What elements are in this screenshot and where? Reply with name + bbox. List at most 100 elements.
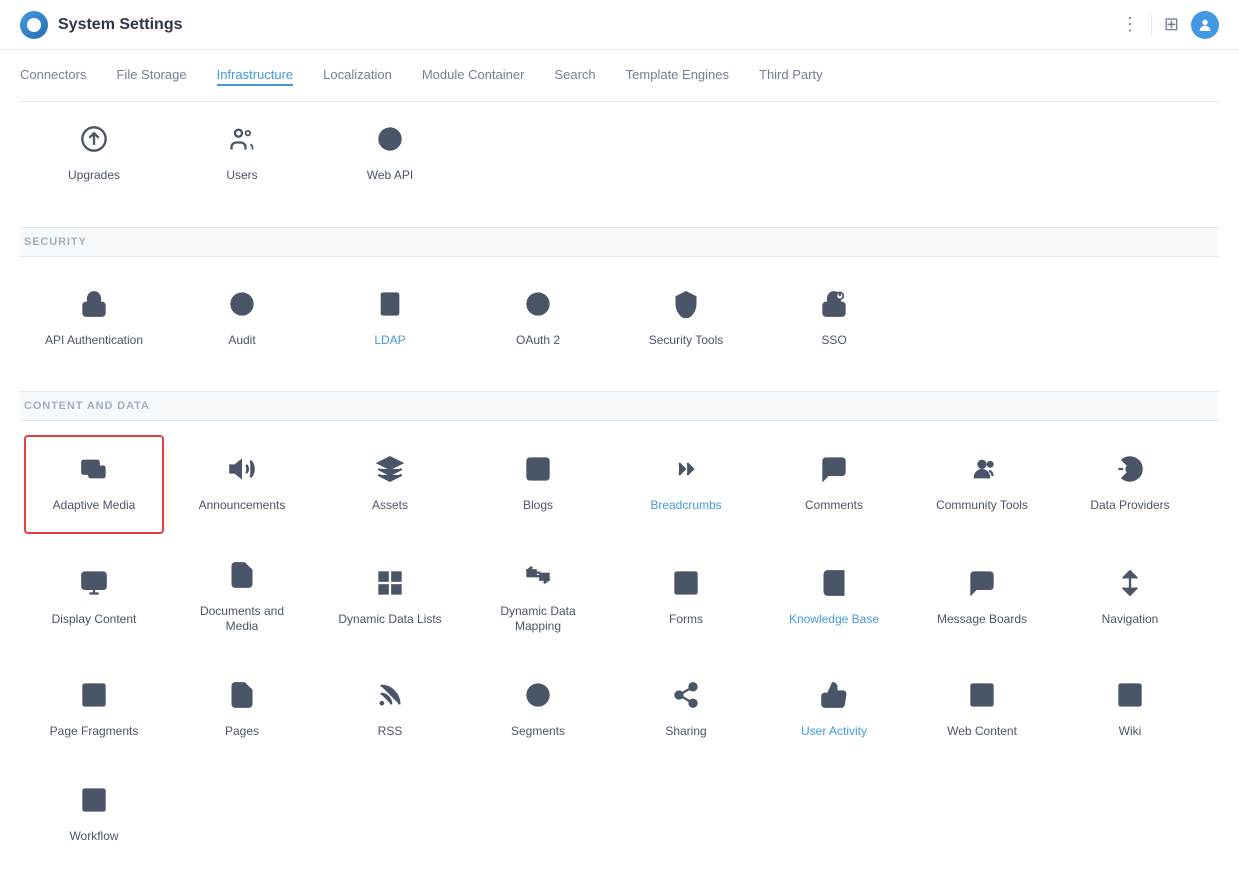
user-activity-label: User Activity [801,724,867,740]
dynamic-data-mapping-label: Dynamic Data Mapping [479,604,597,635]
web-content-label: Web Content [947,724,1017,740]
svg-text:W: W [1124,690,1135,703]
grid-item-security-tools[interactable]: Security Tools [616,271,756,368]
grid-item-oauth2[interactable]: OAuth 2 [468,271,608,368]
announcements-label: Announcements [199,498,286,514]
dynamic-data-lists-icon [376,569,404,604]
grid-item-rss[interactable]: RSS [320,662,460,759]
grid-item-wiki[interactable]: W Wiki [1060,662,1200,759]
grid-item-navigation[interactable]: Navigation [1060,542,1200,654]
security-tools-label: Security Tools [649,333,723,349]
comments-icon [820,455,848,490]
dynamic-data-lists-label: Dynamic Data Lists [338,612,441,628]
workflow-label: Workflow [69,829,118,845]
grid-item-sso[interactable]: SSO [764,271,904,368]
grid-item-message-boards[interactable]: Message Boards [912,542,1052,654]
grid-item-community-tools[interactable]: Community Tools [912,435,1052,534]
tab-infrastructure[interactable]: Infrastructure [217,65,294,86]
web-api-icon: API [376,125,404,160]
grid-item-dynamic-data-lists[interactable]: Dynamic Data Lists [320,542,460,654]
svg-text:API: API [89,308,99,314]
sso-label: SSO [821,333,846,349]
api-auth-label: API Authentication [45,333,143,349]
ldap-icon [376,290,404,325]
content-data-header: CONTENT AND DATA [20,391,1219,421]
grid-item-upgrades[interactable]: Upgrades [24,106,164,203]
grid-item-segments[interactable]: Segments [468,662,608,759]
breadcrumbs-icon [672,455,700,490]
documents-media-icon [228,561,256,596]
rss-label: RSS [378,724,403,740]
tab-third-party[interactable]: Third Party [759,65,823,86]
security-header: SECURITY [20,227,1219,257]
tab-template-engines[interactable]: Template Engines [626,65,729,86]
main-content: Connectors File Storage Infrastructure L… [0,50,1239,887]
grid-item-assets[interactable]: Assets [320,435,460,534]
grid-item-api-auth[interactable]: API API Authentication [24,271,164,368]
announcements-icon [228,455,256,490]
message-boards-label: Message Boards [937,612,1027,628]
security-grid: API API Authentication Audit LDAP [20,267,1219,372]
grid-item-knowledge-base[interactable]: Knowledge Base [764,542,904,654]
segments-label: Segments [511,724,565,740]
grid-item-comments[interactable]: Comments [764,435,904,534]
grid-item-workflow[interactable]: Workflow [24,767,164,864]
tab-file-storage[interactable]: File Storage [116,65,186,86]
app-logo-inner [27,18,41,32]
community-tools-label: Community Tools [936,498,1028,514]
header-left: System Settings [20,11,182,39]
grid-item-breadcrumbs[interactable]: Breadcrumbs [616,435,756,534]
assets-icon [376,455,404,490]
api-auth-icon: API [80,290,108,325]
grid-icon[interactable]: ⊞ [1164,14,1179,35]
grid-item-dynamic-data-mapping[interactable]: Dynamic Data Mapping [468,542,608,654]
top-items-grid: Upgrades Users API Web API [20,102,1219,207]
grid-item-adaptive-media[interactable]: Adaptive Media [24,435,164,534]
user-avatar[interactable] [1191,11,1219,39]
comments-label: Comments [805,498,863,514]
grid-item-web-api[interactable]: API Web API [320,106,460,203]
sso-icon [820,290,848,325]
grid-item-web-content[interactable]: Web Content [912,662,1052,759]
adaptive-media-label: Adaptive Media [53,498,136,514]
more-options-icon[interactable]: ⋮ [1121,14,1139,35]
grid-item-sharing[interactable]: Sharing [616,662,756,759]
users-icon [228,125,256,160]
sharing-icon [672,681,700,716]
grid-item-user-activity[interactable]: User Activity [764,662,904,759]
tab-module-container[interactable]: Module Container [422,65,525,86]
web-api-label: Web API [367,168,413,184]
breadcrumbs-label: Breadcrumbs [650,498,721,514]
grid-item-users[interactable]: Users [172,106,312,203]
page-fragments-icon [80,681,108,716]
blogs-icon [524,455,552,490]
wiki-icon: W [1116,681,1144,716]
grid-item-forms[interactable]: Forms [616,542,756,654]
pages-icon [228,681,256,716]
tab-localization[interactable]: Localization [323,65,392,86]
grid-item-documents-media[interactable]: Documents and Media [172,542,312,654]
header-right: ⋮ ⊞ [1121,11,1219,39]
grid-item-announcements[interactable]: Announcements [172,435,312,534]
grid-item-pages[interactable]: Pages [172,662,312,759]
wiki-label: Wiki [1119,724,1142,740]
message-boards-icon [968,569,996,604]
data-providers-icon [1116,455,1144,490]
grid-item-display-content[interactable]: Display Content [24,542,164,654]
audit-label: Audit [228,333,255,349]
tab-search[interactable]: Search [554,65,595,86]
svg-text:API: API [385,130,395,136]
grid-item-data-providers[interactable]: Data Providers [1060,435,1200,534]
tab-connectors[interactable]: Connectors [20,65,86,86]
app-title: System Settings [58,16,182,34]
grid-item-audit[interactable]: Audit [172,271,312,368]
grid-item-page-fragments[interactable]: Page Fragments [24,662,164,759]
forms-label: Forms [669,612,703,628]
grid-item-blogs[interactable]: Blogs [468,435,608,534]
knowledge-base-label: Knowledge Base [789,612,879,628]
grid-item-ldap[interactable]: LDAP [320,271,460,368]
app-header: System Settings ⋮ ⊞ [0,0,1239,50]
sharing-label: Sharing [665,724,706,740]
community-tools-icon [968,455,996,490]
navigation-label: Navigation [1102,612,1159,628]
